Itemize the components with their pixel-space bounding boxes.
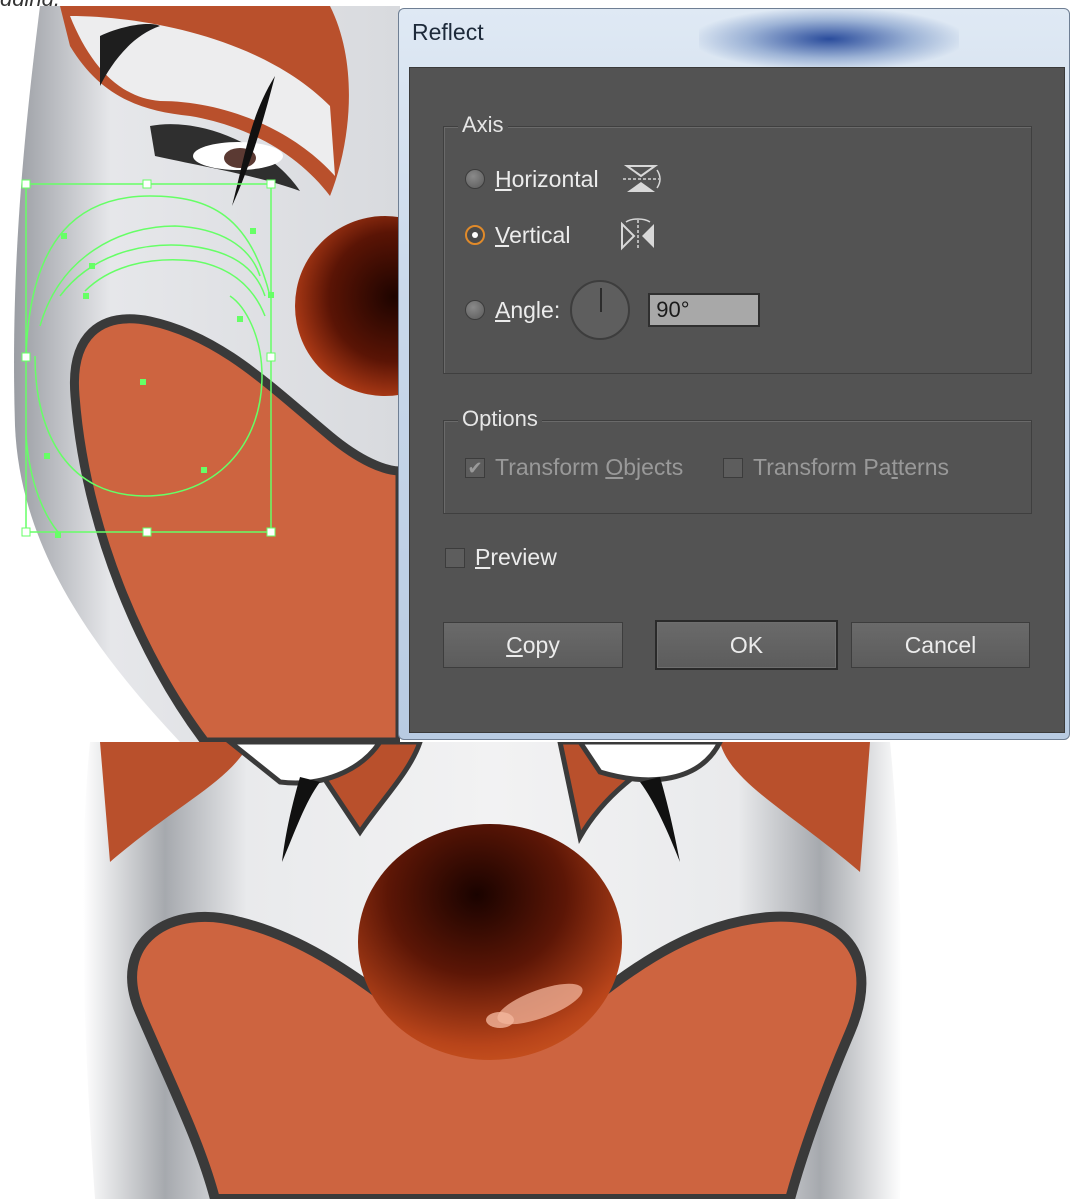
reflect-dialog: Reflect Axis Horizontal Vertical Angle: … (398, 8, 1070, 740)
dialog-title: Reflect (412, 19, 484, 45)
horizontal-label[interactable]: Horizontal (495, 166, 599, 193)
checkmark-icon: ✔ (467, 457, 483, 478)
vertical-radio[interactable] (465, 225, 485, 245)
preview-option[interactable]: Preview (445, 544, 557, 571)
preview-label[interactable]: Preview (475, 544, 557, 571)
reflect-vertical-icon (621, 218, 655, 251)
axis-group-label: Axis (458, 112, 508, 138)
angle-dial-icon[interactable] (570, 280, 631, 340)
vertical-label[interactable]: Vertical (495, 222, 570, 249)
angle-radio[interactable] (465, 300, 485, 320)
reflect-horizontal-icon (622, 165, 661, 192)
canvas-artwork-bottom[interactable] (0, 742, 1073, 1199)
copy-button[interactable]: Copy (443, 622, 623, 668)
angle-option[interactable]: Angle: 90° (465, 280, 761, 340)
horizontal-option[interactable]: Horizontal (465, 162, 661, 196)
transform-objects-label[interactable]: Transform Objects (495, 454, 683, 481)
preview-checkbox[interactable] (445, 547, 465, 568)
dialog-body: Axis Horizontal Vertical Angle: 90° Opti… (409, 67, 1065, 733)
vertical-option[interactable]: Vertical (465, 218, 658, 252)
angle-label[interactable]: Angle: (495, 297, 560, 324)
clown-face-full (0, 742, 1073, 1199)
options-group-label: Options (458, 406, 542, 432)
transform-objects-option[interactable]: ✔ Transform Objects (465, 454, 683, 481)
transform-patterns-checkbox[interactable] (723, 457, 743, 478)
horizontal-radio[interactable] (465, 169, 485, 189)
transform-objects-checkbox[interactable]: ✔ (465, 457, 485, 478)
canvas-artwork-top[interactable] (0, 6, 400, 742)
angle-input[interactable]: 90° (648, 293, 761, 327)
transform-patterns-option[interactable]: Transform Patterns (723, 454, 949, 481)
transform-patterns-label[interactable]: Transform Patterns (753, 454, 949, 481)
ok-button[interactable]: OK (655, 620, 838, 670)
cancel-button[interactable]: Cancel (851, 622, 1030, 668)
clown-face-closeup (0, 6, 400, 742)
